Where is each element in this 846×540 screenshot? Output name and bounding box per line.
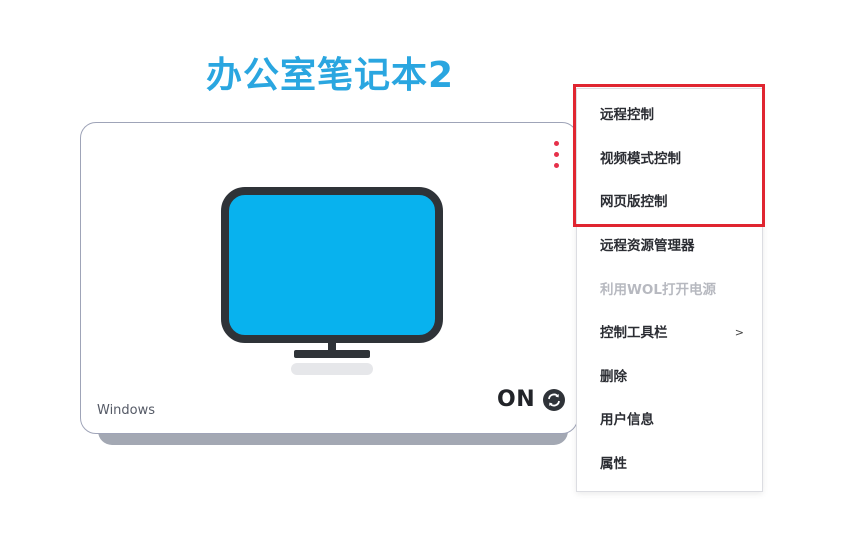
menu-item-delete[interactable]: 删除 <box>577 357 764 397</box>
menu-item-label: 属性 <box>600 456 627 472</box>
menu-item-remote-control[interactable]: 远程控制 <box>577 95 764 135</box>
kebab-dot <box>553 163 559 168</box>
status-indicator: ON <box>497 387 566 412</box>
device-title: 办公室笔记本2 <box>205 55 455 96</box>
menu-item-label: 网页版控制 <box>600 194 668 210</box>
monitor-icon <box>221 187 443 375</box>
os-label: Windows <box>97 403 156 418</box>
menu-item-control-toolbar[interactable]: 控制工具栏 > <box>577 313 764 353</box>
menu-item-web-control[interactable]: 网页版控制 <box>577 182 764 222</box>
menu-item-label: 控制工具栏 <box>600 325 668 341</box>
menu-item-label: 远程资源管理器 <box>600 238 695 254</box>
device-card[interactable]: Windows ON <box>80 122 578 434</box>
menu-item-wol-power-on: 利用WOL打开电源 <box>577 270 764 310</box>
menu-item-properties[interactable]: 属性 <box>577 444 764 484</box>
menu-item-label: 利用WOL打开电源 <box>600 282 716 298</box>
refresh-icon[interactable] <box>543 388 566 411</box>
menu-item-remote-file-manager[interactable]: 远程资源管理器 <box>577 226 764 266</box>
menu-item-label: 视频模式控制 <box>600 151 681 167</box>
menu-item-label: 远程控制 <box>600 107 654 123</box>
context-menu: 远程控制 视频模式控制 网页版控制 远程资源管理器 利用WOL打开电源 控制工具… <box>576 88 763 492</box>
kebab-dot <box>553 141 559 146</box>
menu-item-label: 用户信息 <box>600 412 654 428</box>
menu-item-label: 删除 <box>600 369 627 385</box>
submenu-arrow-icon: > <box>734 326 744 339</box>
kebab-dot <box>553 152 559 157</box>
page: 办公室笔记本2 Windows ON 远程控制 视频模式控制 网页版控制 远程资… <box>0 0 846 540</box>
status-text: ON <box>497 387 536 412</box>
kebab-menu-icon[interactable] <box>549 141 563 175</box>
menu-item-video-mode-control[interactable]: 视频模式控制 <box>577 139 764 179</box>
menu-item-user-info[interactable]: 用户信息 <box>577 400 764 440</box>
